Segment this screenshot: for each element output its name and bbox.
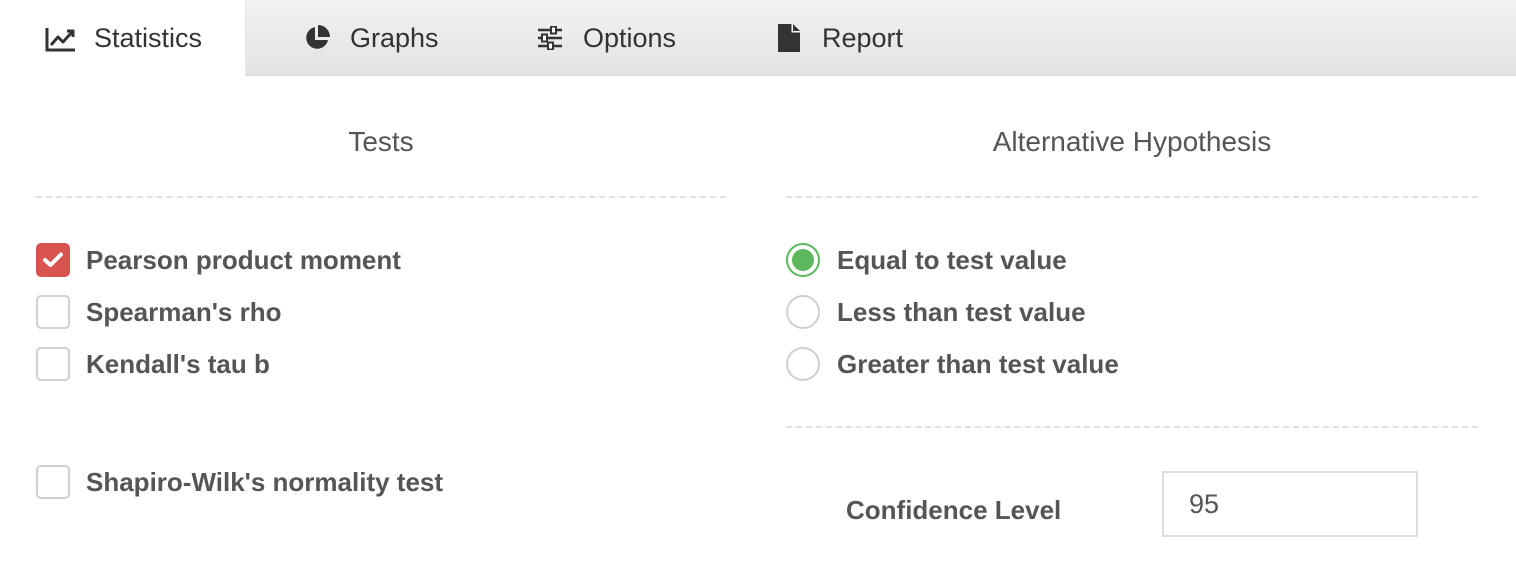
tab-label: Report	[822, 22, 904, 53]
shapiro-wilk-checkbox[interactable]: Shapiro-Wilk's normality test	[36, 464, 443, 500]
hypothesis-title: Alternative Hypothesis	[992, 126, 1272, 157]
radio-label: Less than test value	[837, 296, 1086, 327]
checkbox-label: Pearson product moment	[86, 244, 401, 275]
radio-selected-icon[interactable]	[786, 243, 820, 277]
divider	[36, 196, 726, 198]
radio-label: Equal to test value	[837, 244, 1067, 275]
radio-equal[interactable]: Equal to test value	[786, 242, 1067, 278]
confidence-level-input[interactable]	[1162, 471, 1418, 537]
tab-bar: Statistics Graphs Options Report	[0, 0, 1516, 77]
pearson-checkbox[interactable]: Pearson product moment	[36, 242, 401, 278]
tab-label: Options	[583, 22, 677, 53]
pie-chart-icon	[300, 21, 334, 55]
tab-options[interactable]: Options	[533, 0, 676, 76]
spearman-checkbox[interactable]: Spearman's rho	[36, 294, 281, 330]
checkbox-label: Spearman's rho	[86, 296, 282, 327]
tab-graphs[interactable]: Graphs	[300, 0, 439, 76]
checkbox-icon[interactable]	[36, 347, 70, 381]
radio-greater[interactable]: Greater than test value	[786, 346, 1119, 382]
tab-report[interactable]: Report	[772, 0, 903, 76]
radio-less[interactable]: Less than test value	[786, 294, 1086, 330]
radio-icon[interactable]	[786, 347, 820, 381]
kendall-checkbox[interactable]: Kendall's tau b	[36, 346, 270, 382]
line-chart-icon	[44, 22, 78, 56]
divider	[786, 196, 1478, 198]
file-icon	[772, 21, 806, 55]
tests-title: Tests	[348, 126, 414, 157]
tab-statistics[interactable]: Statistics	[0, 0, 246, 77]
tab-label: Graphs	[350, 22, 439, 53]
checkbox-label: Shapiro-Wilk's normality test	[86, 466, 444, 497]
confidence-level-label: Confidence Level	[846, 495, 1062, 525]
sliders-icon	[533, 21, 567, 55]
tab-label: Statistics	[94, 23, 203, 53]
checkbox-icon[interactable]	[36, 295, 70, 329]
checkbox-icon[interactable]	[36, 465, 70, 499]
radio-icon[interactable]	[786, 295, 820, 329]
divider	[786, 426, 1478, 428]
checkbox-label: Kendall's tau b	[86, 348, 270, 379]
radio-label: Greater than test value	[837, 348, 1119, 379]
checkbox-checked-icon[interactable]	[36, 243, 70, 277]
